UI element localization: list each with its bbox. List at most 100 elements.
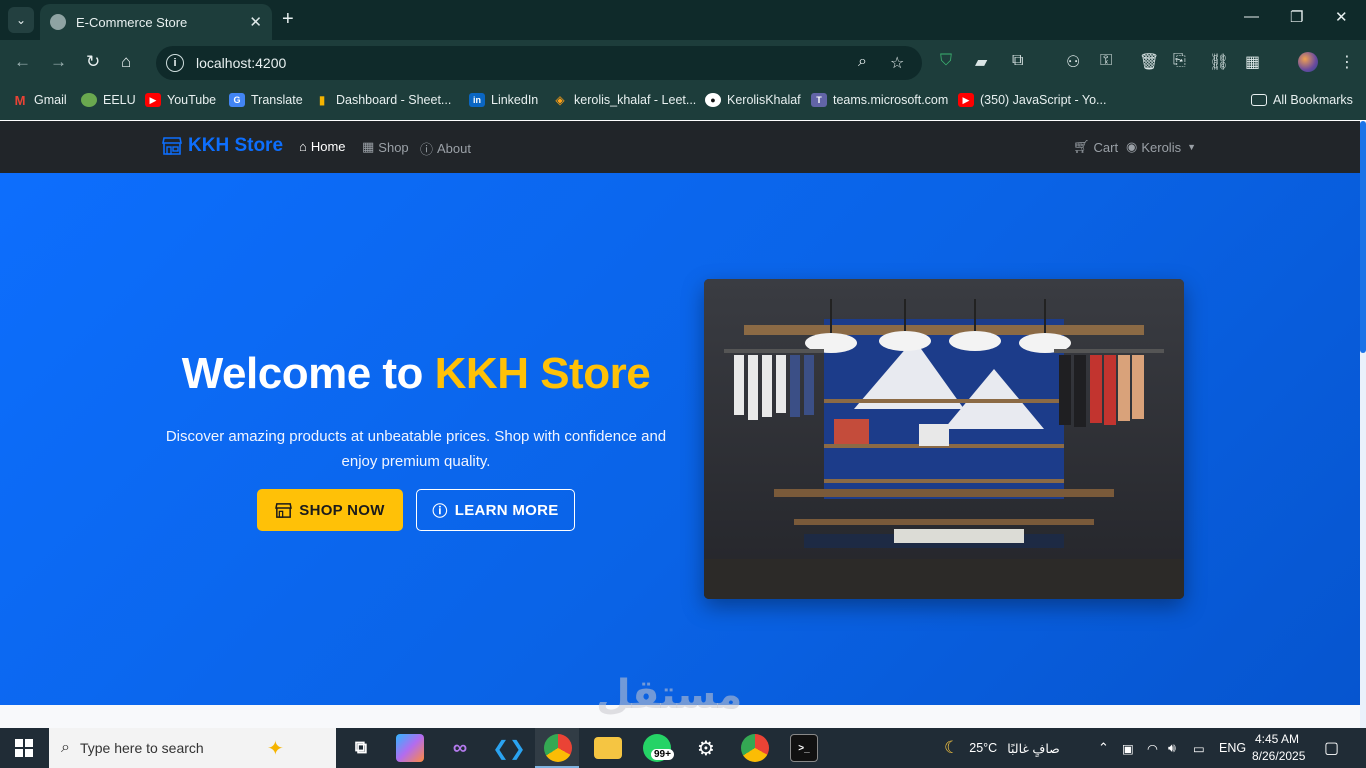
hero-title-accent: KKH Store (434, 349, 651, 398)
restore-icon[interactable]: ❐ (1290, 8, 1303, 26)
bookmark-item[interactable]: EELU (81, 93, 136, 107)
all-bookmarks-button[interactable]: All Bookmarks (1251, 93, 1353, 107)
page-scrollbar[interactable] (1360, 121, 1366, 729)
temperature: 25°C (969, 741, 998, 755)
bookmark-item[interactable]: T teams.microsoft.com (811, 93, 948, 107)
translate-icon: G (229, 93, 245, 107)
hero-section: Welcome to KKH Store Discover amazing pr… (0, 173, 1360, 705)
bookmark-label: (350) JavaScript - Yo... (980, 93, 1107, 107)
user-name: Kerolis (1141, 139, 1182, 155)
settings-gear-icon[interactable]: ⚙ (692, 734, 720, 762)
home-icon[interactable]: ⌂ (121, 52, 131, 72)
volume-icon[interactable]: 🔊︎ (1168, 728, 1176, 768)
leetcode-icon: ◈ (555, 93, 565, 107)
bookmark-item[interactable]: ▶ YouTube (145, 93, 216, 107)
shop-icon (162, 137, 182, 155)
weather-widget[interactable]: ☾ 25°C صافٍ غالبًا (944, 728, 1060, 768)
youtube-icon: ▶ (958, 93, 974, 107)
bookmark-item[interactable]: M Gmail (12, 93, 67, 108)
trash-icon[interactable]: 🗑 (1139, 52, 1159, 72)
language-indicator[interactable]: ENG (1219, 728, 1246, 768)
reload-icon[interactable]: ↻ (86, 52, 100, 72)
bookmark-item[interactable]: G Translate (229, 93, 303, 107)
bookmark-item[interactable]: ▶ (350) JavaScript - Yo... (958, 93, 1106, 107)
shield-extension-icon[interactable]: ⛉ (940, 52, 952, 70)
nav-shop-label: Shop (378, 139, 409, 155)
tab-close-icon[interactable]: ✕ (249, 13, 262, 31)
puzzle-icon[interactable]: ⧉ (1012, 52, 1023, 70)
vscode-icon[interactable]: ❮❯ (492, 734, 526, 762)
store-interior-image (704, 279, 1184, 599)
nav-home[interactable]: ⌂ Home (299, 139, 346, 154)
notifications-icon[interactable]: ▢ (1324, 728, 1339, 768)
user-circle-icon: ◉ (1126, 139, 1138, 154)
browser-tab[interactable]: E-Commerce Store ✕ (40, 4, 272, 40)
wifi-icon[interactable]: ◠ (1147, 728, 1158, 768)
spy-icon[interactable]: ⚇ (1066, 52, 1080, 72)
search-icon: ⌕ (61, 739, 70, 756)
link-icon[interactable]: ⛓ (1209, 52, 1229, 72)
windows-taskbar: ⌕ Type here to search ✦ ⧉ ∞ ❮❯ 99+ ⚙ >_ … (0, 728, 1366, 768)
bookmark-item[interactable]: ▮ Dashboard - Sheet... (314, 93, 452, 107)
weather-text: صافٍ غالبًا (1007, 741, 1060, 756)
terminal-icon[interactable]: >_ (790, 734, 818, 762)
zoom-icon[interactable]: ⌕ (858, 53, 867, 71)
bookmark-item[interactable]: ● KerolisKhalaf (705, 93, 801, 107)
translate-page-icon[interactable]: ⎘ (1173, 52, 1186, 70)
bookmarks-bar: M Gmail EELU ▶ YouTube G Translate ▮ Das… (0, 86, 1366, 120)
bookmark-item[interactable]: ◈ kerolis_khalaf - Leet... (552, 93, 696, 107)
back-icon[interactable]: ← (14, 52, 31, 72)
windows-start-icon[interactable] (15, 739, 33, 757)
qr-code-icon[interactable]: ▦ (1245, 52, 1260, 72)
key-icon[interactable]: ⚿ (1100, 52, 1112, 70)
show-hidden-icons[interactable]: ⌃ (1098, 728, 1109, 768)
hero-title-prefix: Welcome to (181, 349, 435, 398)
system-clock[interactable]: 4:45 AM 8/26/2025 (1252, 731, 1306, 765)
chrome-icon[interactable] (544, 734, 572, 762)
clock-date: 8/26/2025 (1252, 749, 1306, 763)
bookmark-label: KerolisKhalaf (727, 93, 801, 107)
nav-about[interactable]: ⓘ About (420, 139, 471, 158)
hero-subtitle: Discover amazing products at unbeatable … (165, 428, 667, 470)
tab-search-button[interactable]: ⌄ (8, 7, 34, 33)
new-tab-button[interactable]: + (282, 8, 294, 30)
globe-icon (50, 14, 66, 30)
taskbar-search-box[interactable]: ⌕ Type here to search ✦ (49, 728, 336, 768)
forward-icon[interactable]: → (50, 52, 67, 72)
learn-more-button[interactable]: ⓘ LEARN MORE (416, 489, 575, 531)
address-bar[interactable]: i localhost:4200 ⌕ ☆ (156, 46, 922, 80)
page-viewport: KKH Store ⌂ Home ▦ Shop ⓘ About 🛒︎ Cart … (0, 121, 1366, 729)
github-icon: ● (705, 93, 721, 107)
scrollbar-thumb[interactable] (1360, 121, 1366, 353)
copilot-icon[interactable] (396, 734, 424, 762)
shop-now-button[interactable]: SHOP NOW (257, 489, 403, 531)
brand-link[interactable]: KKH Store (162, 135, 283, 157)
info-icon: ⓘ (432, 502, 448, 520)
chrome-icon[interactable] (741, 734, 769, 762)
bookmark-item[interactable]: in LinkedIn (469, 93, 538, 107)
visual-studio-icon[interactable]: ∞ (446, 734, 474, 762)
copilot-sparkle-icon: ✦ (267, 738, 284, 760)
notification-badge: 99+ (651, 749, 674, 760)
nav-shop[interactable]: ▦ Shop (362, 139, 409, 155)
minimize-icon[interactable]: — (1244, 8, 1259, 25)
clock-time: 4:45 AM (1254, 732, 1300, 746)
caret-down-icon: ▼ (1187, 142, 1197, 152)
bookmark-label: YouTube (167, 93, 217, 107)
window-close-icon[interactable]: ✕ (1335, 8, 1348, 26)
profile-avatar[interactable] (1298, 52, 1318, 72)
extension-icon[interactable]: ▰ (975, 52, 987, 72)
cart-icon: 🛒︎ (1073, 139, 1090, 154)
battery-icon[interactable]: ▭ (1193, 728, 1205, 768)
url-text: localhost:4200 (196, 55, 287, 71)
camera-icon[interactable]: ▣ (1122, 728, 1134, 768)
site-info-icon[interactable]: i (166, 54, 184, 72)
folder-icon (1251, 94, 1267, 106)
task-view-icon[interactable]: ⧉ (347, 734, 375, 762)
file-explorer-icon[interactable] (594, 737, 622, 759)
grid-icon: ▦ (362, 139, 375, 154)
nav-cart[interactable]: 🛒︎ Cart (1073, 139, 1118, 155)
bookmark-star-icon[interactable]: ☆ (890, 53, 904, 73)
user-dropdown[interactable]: ◉ Kerolis ▼ (1126, 139, 1196, 155)
menu-dots-icon[interactable]: ⋮ (1339, 52, 1355, 72)
